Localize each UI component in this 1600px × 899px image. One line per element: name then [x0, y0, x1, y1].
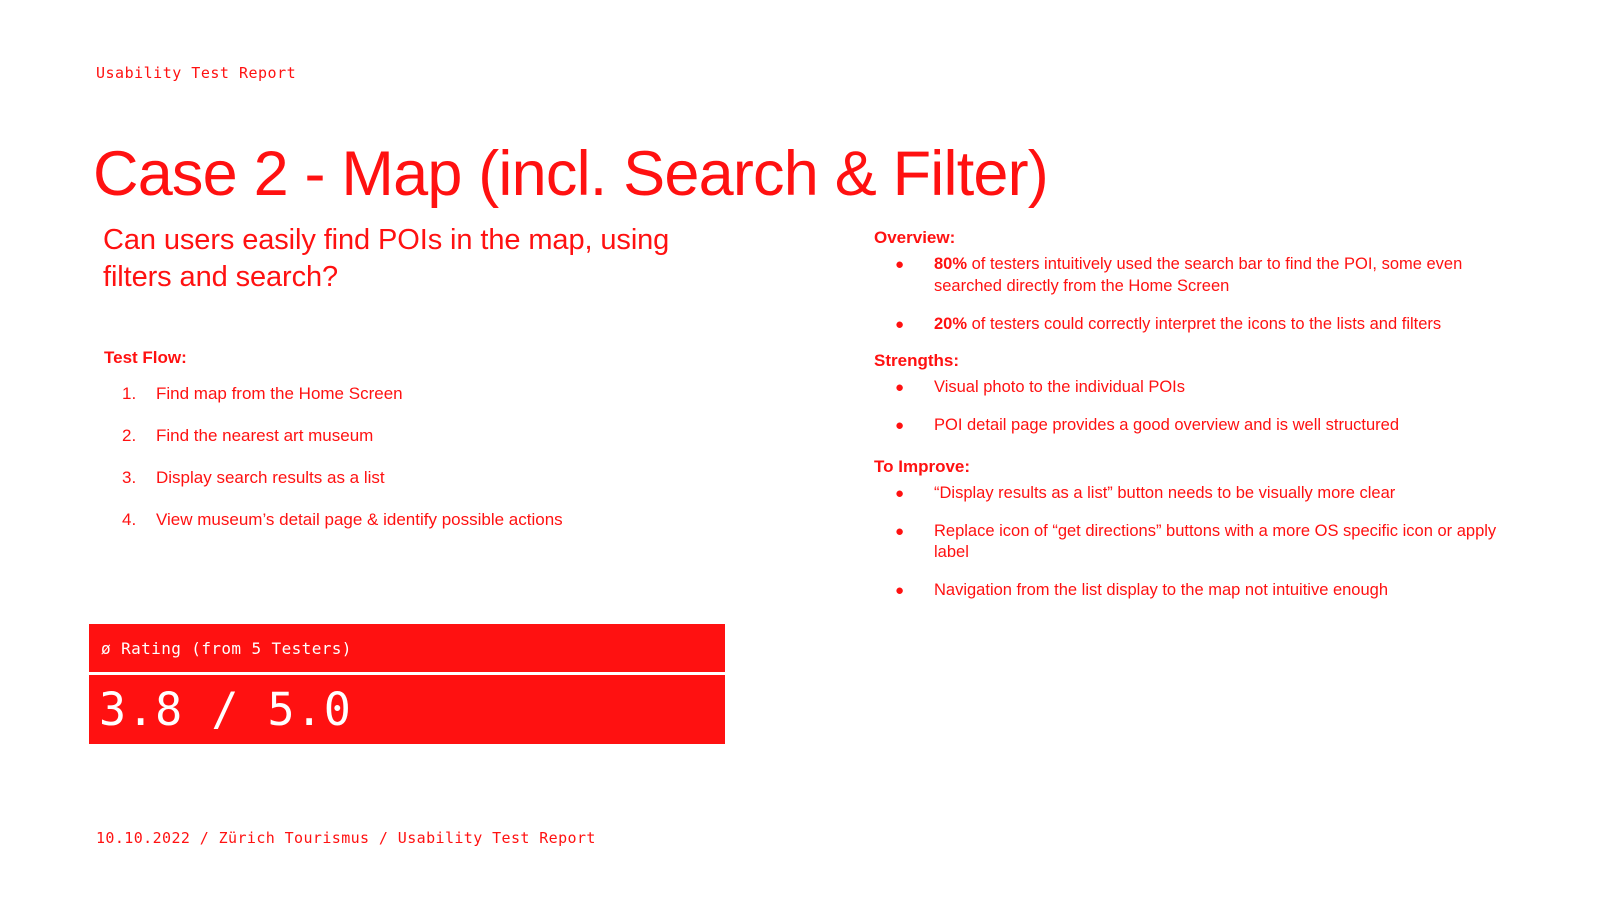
list-item-label: Find map from the Home Screen	[156, 384, 403, 403]
list-item: ● 20% of testers could correctly interpr…	[874, 314, 1514, 336]
overview-label: Overview:	[874, 228, 956, 247]
stat-value: 80%	[934, 255, 968, 273]
list-item: ● 80% of testers intuitively used the se…	[874, 254, 1514, 298]
bullet-icon: ●	[895, 484, 905, 502]
bullet-icon: ●	[895, 522, 905, 540]
to-improve-section: To Improve: ● “Display results as a list…	[874, 457, 1514, 602]
list-item: 4. View museum’s detail page & identify …	[104, 509, 744, 531]
list-item-label: Replace icon of “get directions” buttons…	[934, 521, 1497, 562]
left-column: Can users easily find POIs in the map, u…	[96, 222, 796, 529]
list-item-label: 20% of testers could correctly interpret…	[934, 314, 1514, 336]
rating-value: 3.8 / 5.0	[89, 675, 725, 744]
list-item: ● “Display results as a list” button nee…	[874, 483, 1514, 505]
stat-value: 20%	[934, 314, 968, 333]
list-item-number: 1.	[122, 384, 137, 403]
list-item-number: 3.	[122, 468, 137, 488]
strengths-list: ● Visual photo to the individual POIs ● …	[874, 377, 1514, 437]
list-item-label: POI detail page provides a good overview…	[934, 416, 1400, 435]
research-question: Can users easily find POIs in the map, u…	[103, 224, 670, 293]
list-item: 3. Display search results as a list	[104, 467, 744, 489]
slide-canvas: Usability Test Report Case 2 - Map (incl…	[0, 0, 1600, 899]
list-item-text: of testers could correctly interpret the…	[967, 314, 1442, 333]
report-kicker: Usability Test Report	[96, 64, 297, 82]
page-title: Case 2 - Map (incl. Search & Filter)	[93, 139, 1049, 210]
bullet-icon: ●	[895, 582, 905, 600]
test-flow-list: 1. Find map from the Home Screen 2. Find…	[104, 383, 744, 551]
to-improve-label: To Improve:	[874, 456, 971, 476]
bullet-icon: ●	[895, 417, 905, 435]
test-flow-label: Test Flow:	[104, 348, 187, 367]
list-item: ● Navigation from the list display to th…	[874, 580, 1514, 602]
footer-text: 10.10.2022 / Zürich Tourismus / Usabilit…	[96, 829, 596, 847]
list-item-number: 4.	[122, 510, 137, 530]
list-item: ● POI detail page provides a good overvi…	[874, 415, 1514, 437]
list-item-label: View museum’s detail page & identify pos…	[156, 510, 563, 530]
list-item-label: “Display results as a list” button needs…	[934, 483, 1396, 502]
right-column: Overview: ● 80% of testers intuitively u…	[874, 228, 1514, 618]
bullet-icon: ●	[895, 315, 905, 333]
list-item-label: Navigation from the list display to the …	[934, 581, 1389, 600]
list-item: 1. Find map from the Home Screen	[104, 383, 744, 405]
strengths-label: Strengths:	[874, 351, 959, 371]
rating-card: ø Rating (from 5 Testers) 3.8 / 5.0	[89, 624, 725, 744]
list-item-number: 2.	[122, 426, 137, 446]
bullet-icon: ●	[895, 256, 905, 273]
list-item-text: of testers intuitively used the search b…	[934, 255, 1463, 295]
list-item: ● Replace icon of “get directions” butto…	[874, 521, 1514, 565]
overview-list: ● 80% of testers intuitively used the se…	[874, 254, 1514, 335]
list-item: ● Visual photo to the individual POIs	[874, 377, 1514, 399]
list-item-label: Display search results as a list	[156, 468, 385, 488]
list-item-label: Visual photo to the individual POIs	[934, 378, 1186, 397]
strengths-section: Strengths: ● Visual photo to the individ…	[874, 351, 1514, 437]
list-item: 2. Find the nearest art museum	[104, 425, 744, 447]
rating-label: ø Rating (from 5 Testers)	[89, 624, 725, 672]
bullet-icon: ●	[895, 379, 905, 397]
overview-section: Overview: ● 80% of testers intuitively u…	[874, 228, 1514, 335]
list-item-label: 80% of testers intuitively used the sear…	[934, 254, 1514, 298]
list-item-label: Find the nearest art museum	[156, 426, 374, 446]
to-improve-list: ● “Display results as a list” button nee…	[874, 483, 1514, 602]
